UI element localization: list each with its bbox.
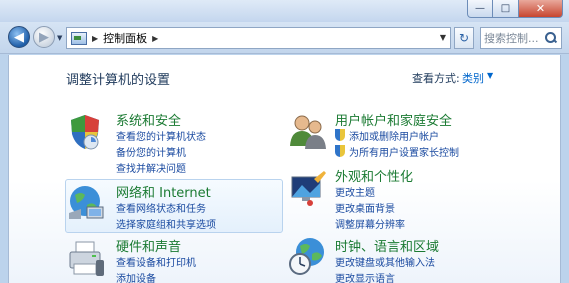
search-input[interactable]: 搜索控制... xyxy=(480,27,562,49)
recent-pages-dropdown-icon[interactable]: ▼ xyxy=(57,34,62,42)
search-placeholder: 搜索控制... xyxy=(484,32,539,45)
link-view-network-status[interactable]: 查看网络状态和任务 xyxy=(116,200,206,215)
clock-globe-icon[interactable] xyxy=(288,236,328,276)
link-parental-controls[interactable]: 为所有用户设置家长控制 xyxy=(349,144,459,159)
view-by-caret-icon[interactable]: ▼ xyxy=(487,71,493,80)
page-title: 调整计算机的设置 xyxy=(66,73,171,88)
forward-button[interactable]: ▶ xyxy=(33,26,55,48)
minimize-button[interactable]: — xyxy=(467,0,493,18)
back-button[interactable]: ◀ xyxy=(8,26,30,48)
category-title-system-security[interactable]: 系统和安全 xyxy=(116,110,181,129)
printer-icon[interactable] xyxy=(66,238,106,278)
category-title-hardware-sound[interactable]: 硬件和声音 xyxy=(116,236,181,255)
users-icon[interactable] xyxy=(288,112,328,152)
breadcrumb-control-panel[interactable]: 控制面板 xyxy=(103,30,147,46)
uac-shield-icon xyxy=(335,129,345,141)
link-devices-printers[interactable]: 查看设备和打印机 xyxy=(116,254,196,269)
window-titlebar: — □ ✕ xyxy=(0,0,569,22)
navigation-bar: ◀ ▶ ▼ ▶ 控制面板 ▶ ▼ ↻ 搜索控制... xyxy=(0,22,569,54)
refresh-button[interactable]: ↻ xyxy=(454,27,474,49)
address-bar[interactable]: ▶ 控制面板 ▶ ▼ xyxy=(66,27,451,49)
link-change-display-language[interactable]: 更改显示语言 xyxy=(335,270,395,283)
category-title-clock-language-region[interactable]: 时钟、语言和区域 xyxy=(335,236,439,255)
control-panel-content: 调整计算机的设置 查看方式: 类别 ▼ 系统和安全 查看您的计算机状态 备份您的… xyxy=(8,55,561,283)
control-panel-icon xyxy=(71,31,87,45)
link-change-theme[interactable]: 更改主题 xyxy=(335,184,375,199)
appearance-icon[interactable] xyxy=(288,169,328,209)
uac-shield-icon xyxy=(335,145,345,157)
search-icon[interactable] xyxy=(545,32,557,44)
link-view-computer-status[interactable]: 查看您的计算机状态 xyxy=(116,128,206,143)
close-button[interactable]: ✕ xyxy=(519,0,563,18)
link-homegroup-sharing[interactable]: 选择家庭组和共享选项 xyxy=(116,216,216,231)
link-add-remove-users[interactable]: 添加或删除用户帐户 xyxy=(349,128,439,143)
network-globe-icon[interactable] xyxy=(67,183,107,223)
category-title-user-accounts[interactable]: 用户帐户和家庭安全 xyxy=(335,110,452,129)
link-change-keyboard-input[interactable]: 更改键盘或其他输入法 xyxy=(335,254,435,269)
category-title-appearance[interactable]: 外观和个性化 xyxy=(335,166,413,185)
link-find-fix-problems[interactable]: 查找并解决问题 xyxy=(116,160,186,175)
link-add-device[interactable]: 添加设备 xyxy=(116,270,156,283)
maximize-button[interactable]: □ xyxy=(493,0,519,18)
link-backup-computer[interactable]: 备份您的计算机 xyxy=(116,144,186,159)
breadcrumb-arrow-icon[interactable]: ▶ xyxy=(92,34,98,43)
link-adjust-screen-resolution[interactable]: 调整屏幕分辨率 xyxy=(335,216,405,231)
view-by-dropdown[interactable]: 类别 xyxy=(462,70,484,86)
caption-buttons: — □ ✕ xyxy=(467,0,563,18)
breadcrumb-chevron-icon[interactable]: ▶ xyxy=(152,34,158,43)
link-change-desktop-background[interactable]: 更改桌面背景 xyxy=(335,200,395,215)
security-shield-icon[interactable] xyxy=(65,112,105,152)
view-by-label: 查看方式: xyxy=(412,72,460,85)
category-title-network-internet[interactable]: 网络和 Internet xyxy=(116,182,211,201)
address-dropdown-icon[interactable]: ▼ xyxy=(440,33,446,42)
